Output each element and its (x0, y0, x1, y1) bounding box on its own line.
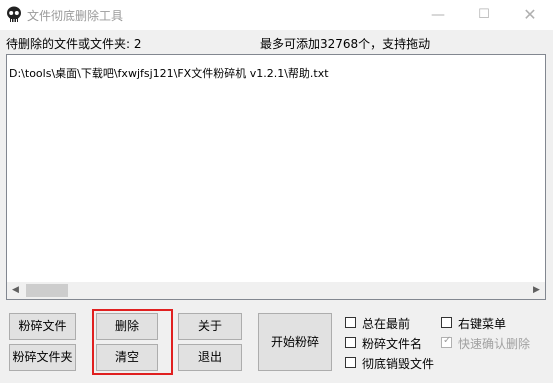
about-button[interactable]: 关于 (178, 313, 242, 340)
shred-filename-label: 粉碎文件名 (362, 337, 423, 351)
maximize-button[interactable]: ☐ (461, 0, 507, 30)
file-list[interactable]: D:\tools\桌面\下载吧\fxwjfsj121\FX文件粉碎机 v1.2.… (6, 54, 546, 300)
limit-hint-label: 最多可添加32768个，支持拖动 (260, 37, 431, 51)
full-destroy-label: 彻底销毁文件 (362, 357, 435, 371)
checkbox-box[interactable] (345, 317, 356, 328)
shred-folder-button[interactable]: 粉碎文件夹 (9, 344, 76, 371)
exit-button[interactable]: 退出 (178, 344, 242, 371)
list-item[interactable]: D:\tools\桌面\下载吧\fxwjfsj121\FX文件粉碎机 v1.2.… (9, 65, 329, 81)
window-title: 文件彻底删除工具 (27, 9, 124, 23)
checkbox-box[interactable] (345, 357, 356, 368)
pending-count-label: 待删除的文件或文件夹: 2 (6, 37, 142, 51)
scrollbar-thumb[interactable] (26, 284, 68, 297)
scroll-left-arrow-icon[interactable]: ◀ (7, 282, 24, 299)
minimize-button[interactable]: — (415, 0, 461, 30)
shred-file-button[interactable]: 粉碎文件 (9, 313, 76, 340)
quick-confirm-label: 快速确认删除 (458, 337, 531, 351)
close-button[interactable]: ✕ (507, 0, 553, 30)
always-on-top-label: 总在最前 (362, 317, 411, 331)
context-menu-label: 右键菜单 (458, 317, 507, 331)
checkbox-box[interactable]: ✓ (441, 335, 452, 348)
highlight-box (92, 309, 173, 375)
horizontal-scrollbar[interactable]: ◀ ▶ (7, 282, 545, 299)
skull-icon (7, 6, 21, 22)
start-shred-button[interactable]: 开始粉碎 (258, 313, 332, 371)
scroll-right-arrow-icon[interactable]: ▶ (528, 282, 545, 299)
checkmark-icon: ✓ (443, 335, 452, 346)
title-bar: 文件彻底删除工具 — ☐ ✕ (0, 0, 553, 30)
checkbox-box[interactable] (345, 337, 356, 348)
checkbox-box[interactable] (441, 317, 452, 328)
